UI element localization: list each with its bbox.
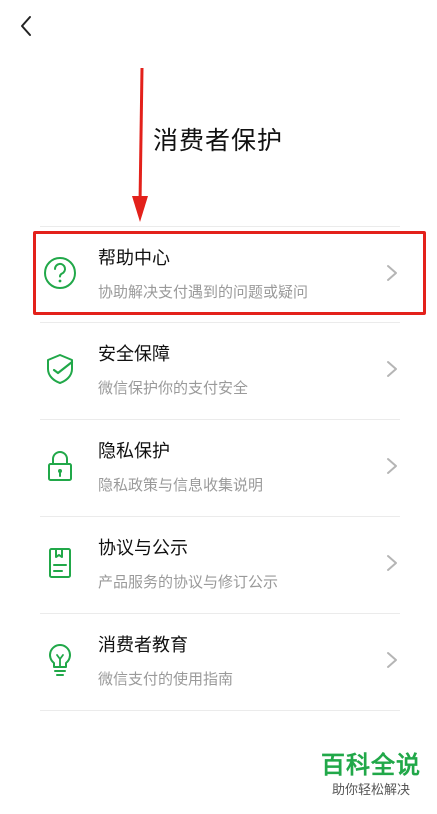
lightbulb-icon — [40, 640, 80, 680]
chevron-left-icon — [21, 16, 31, 36]
lock-icon — [40, 446, 80, 486]
back-button[interactable] — [12, 10, 40, 42]
page-title: 消费者保护 — [153, 126, 284, 155]
chevron-right-icon — [387, 555, 397, 571]
list-item-privacy[interactable]: 隐私保护 隐私政策与信息收集说明 — [40, 420, 400, 517]
item-title: 安全保障 — [98, 344, 170, 365]
item-title: 协议与公示 — [98, 538, 188, 559]
chevron-right-icon — [387, 652, 397, 668]
chevron-right-icon — [387, 361, 397, 377]
watermark-logo: 百科全说 助你轻松解决 — [321, 750, 421, 800]
item-title: 隐私保护 — [98, 441, 170, 462]
chevron-right-icon — [387, 458, 397, 474]
item-subtitle: 产品服务的协议与修订公示 — [98, 573, 279, 591]
annotation-highlight-box — [33, 231, 426, 315]
watermark-subtitle: 助你轻松解决 — [331, 783, 410, 798]
item-subtitle: 微信支付的使用指南 — [98, 670, 234, 688]
list-item-security[interactable]: 安全保障 微信保护你的支付安全 — [40, 323, 400, 420]
list-item-consumer-education[interactable]: 消费者教育 微信支付的使用指南 — [40, 614, 400, 711]
shield-check-icon — [40, 349, 80, 389]
list-item-agreements[interactable]: 协议与公示 产品服务的协议与修订公示 — [40, 517, 400, 614]
document-icon — [40, 543, 80, 583]
watermark-title: 百科全说 — [321, 751, 421, 779]
item-subtitle: 隐私政策与信息收集说明 — [98, 476, 264, 494]
item-title: 消费者教育 — [98, 635, 188, 656]
item-subtitle: 微信保护你的支付安全 — [98, 379, 249, 397]
